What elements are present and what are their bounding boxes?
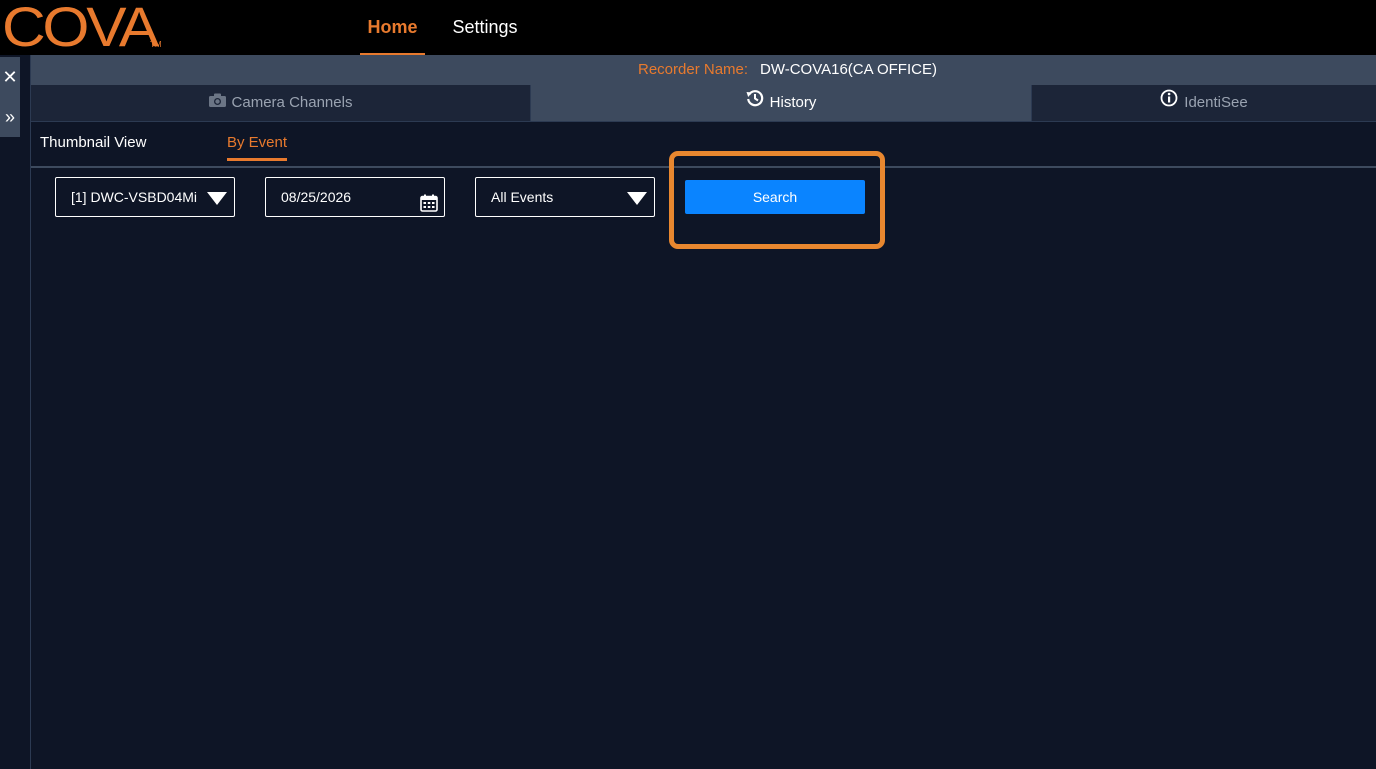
recorder-name-bar: Recorder Name: DW-COVA16(CA OFFICE) [31, 55, 1376, 85]
date-value: 08/25/2026 [281, 189, 352, 205]
recorder-name-label: Recorder Name: [638, 61, 749, 78]
double-chevron-right-icon[interactable]: » [0, 97, 20, 137]
tab-history[interactable]: History [531, 85, 1032, 121]
event-type-value: All Events [491, 189, 554, 205]
tab-identisee-label: IdentiSee [1184, 94, 1248, 112]
calendar-icon[interactable] [420, 188, 438, 226]
camera-select-value: [1] DWC-VSBD04Mi [71, 189, 198, 205]
camera-select[interactable]: [1] DWC-VSBD04Mi [55, 177, 235, 217]
history-icon [746, 85, 764, 121]
top-navigation-bar: COVA TM Home Settings [0, 0, 1376, 58]
cova-logo: COVA [2, 0, 159, 58]
main-tabs: Camera Channels History IdentiSee [31, 85, 1376, 122]
recorder-name-value: DW-COVA16(CA OFFICE) [760, 61, 937, 78]
subtab-thumbnail-view[interactable]: Thumbnail View [40, 134, 146, 158]
history-subtabs: Thumbnail View By Event [31, 122, 1376, 168]
tab-identisee[interactable]: IdentiSee [1032, 85, 1376, 121]
chevron-down-icon [627, 192, 647, 205]
nav-settings[interactable]: Settings [446, 0, 524, 55]
subtab-by-event[interactable]: By Event [227, 134, 288, 161]
tab-camera-channels[interactable]: Camera Channels [31, 85, 531, 121]
close-icon[interactable]: ✕ [0, 57, 20, 97]
camera-icon [208, 85, 226, 121]
tab-camera-channels-label: Camera Channels [231, 94, 353, 112]
search-button[interactable]: Search [685, 180, 865, 214]
tab-history-label: History [769, 94, 817, 112]
nav-home[interactable]: Home [360, 0, 425, 56]
event-type-select[interactable]: All Events [475, 177, 655, 217]
info-icon [1160, 85, 1178, 121]
left-rail: ✕ » [0, 55, 31, 769]
date-picker[interactable]: 08/25/2026 [265, 177, 445, 217]
logo-trademark: TM [150, 40, 162, 49]
chevron-down-icon [207, 192, 227, 205]
